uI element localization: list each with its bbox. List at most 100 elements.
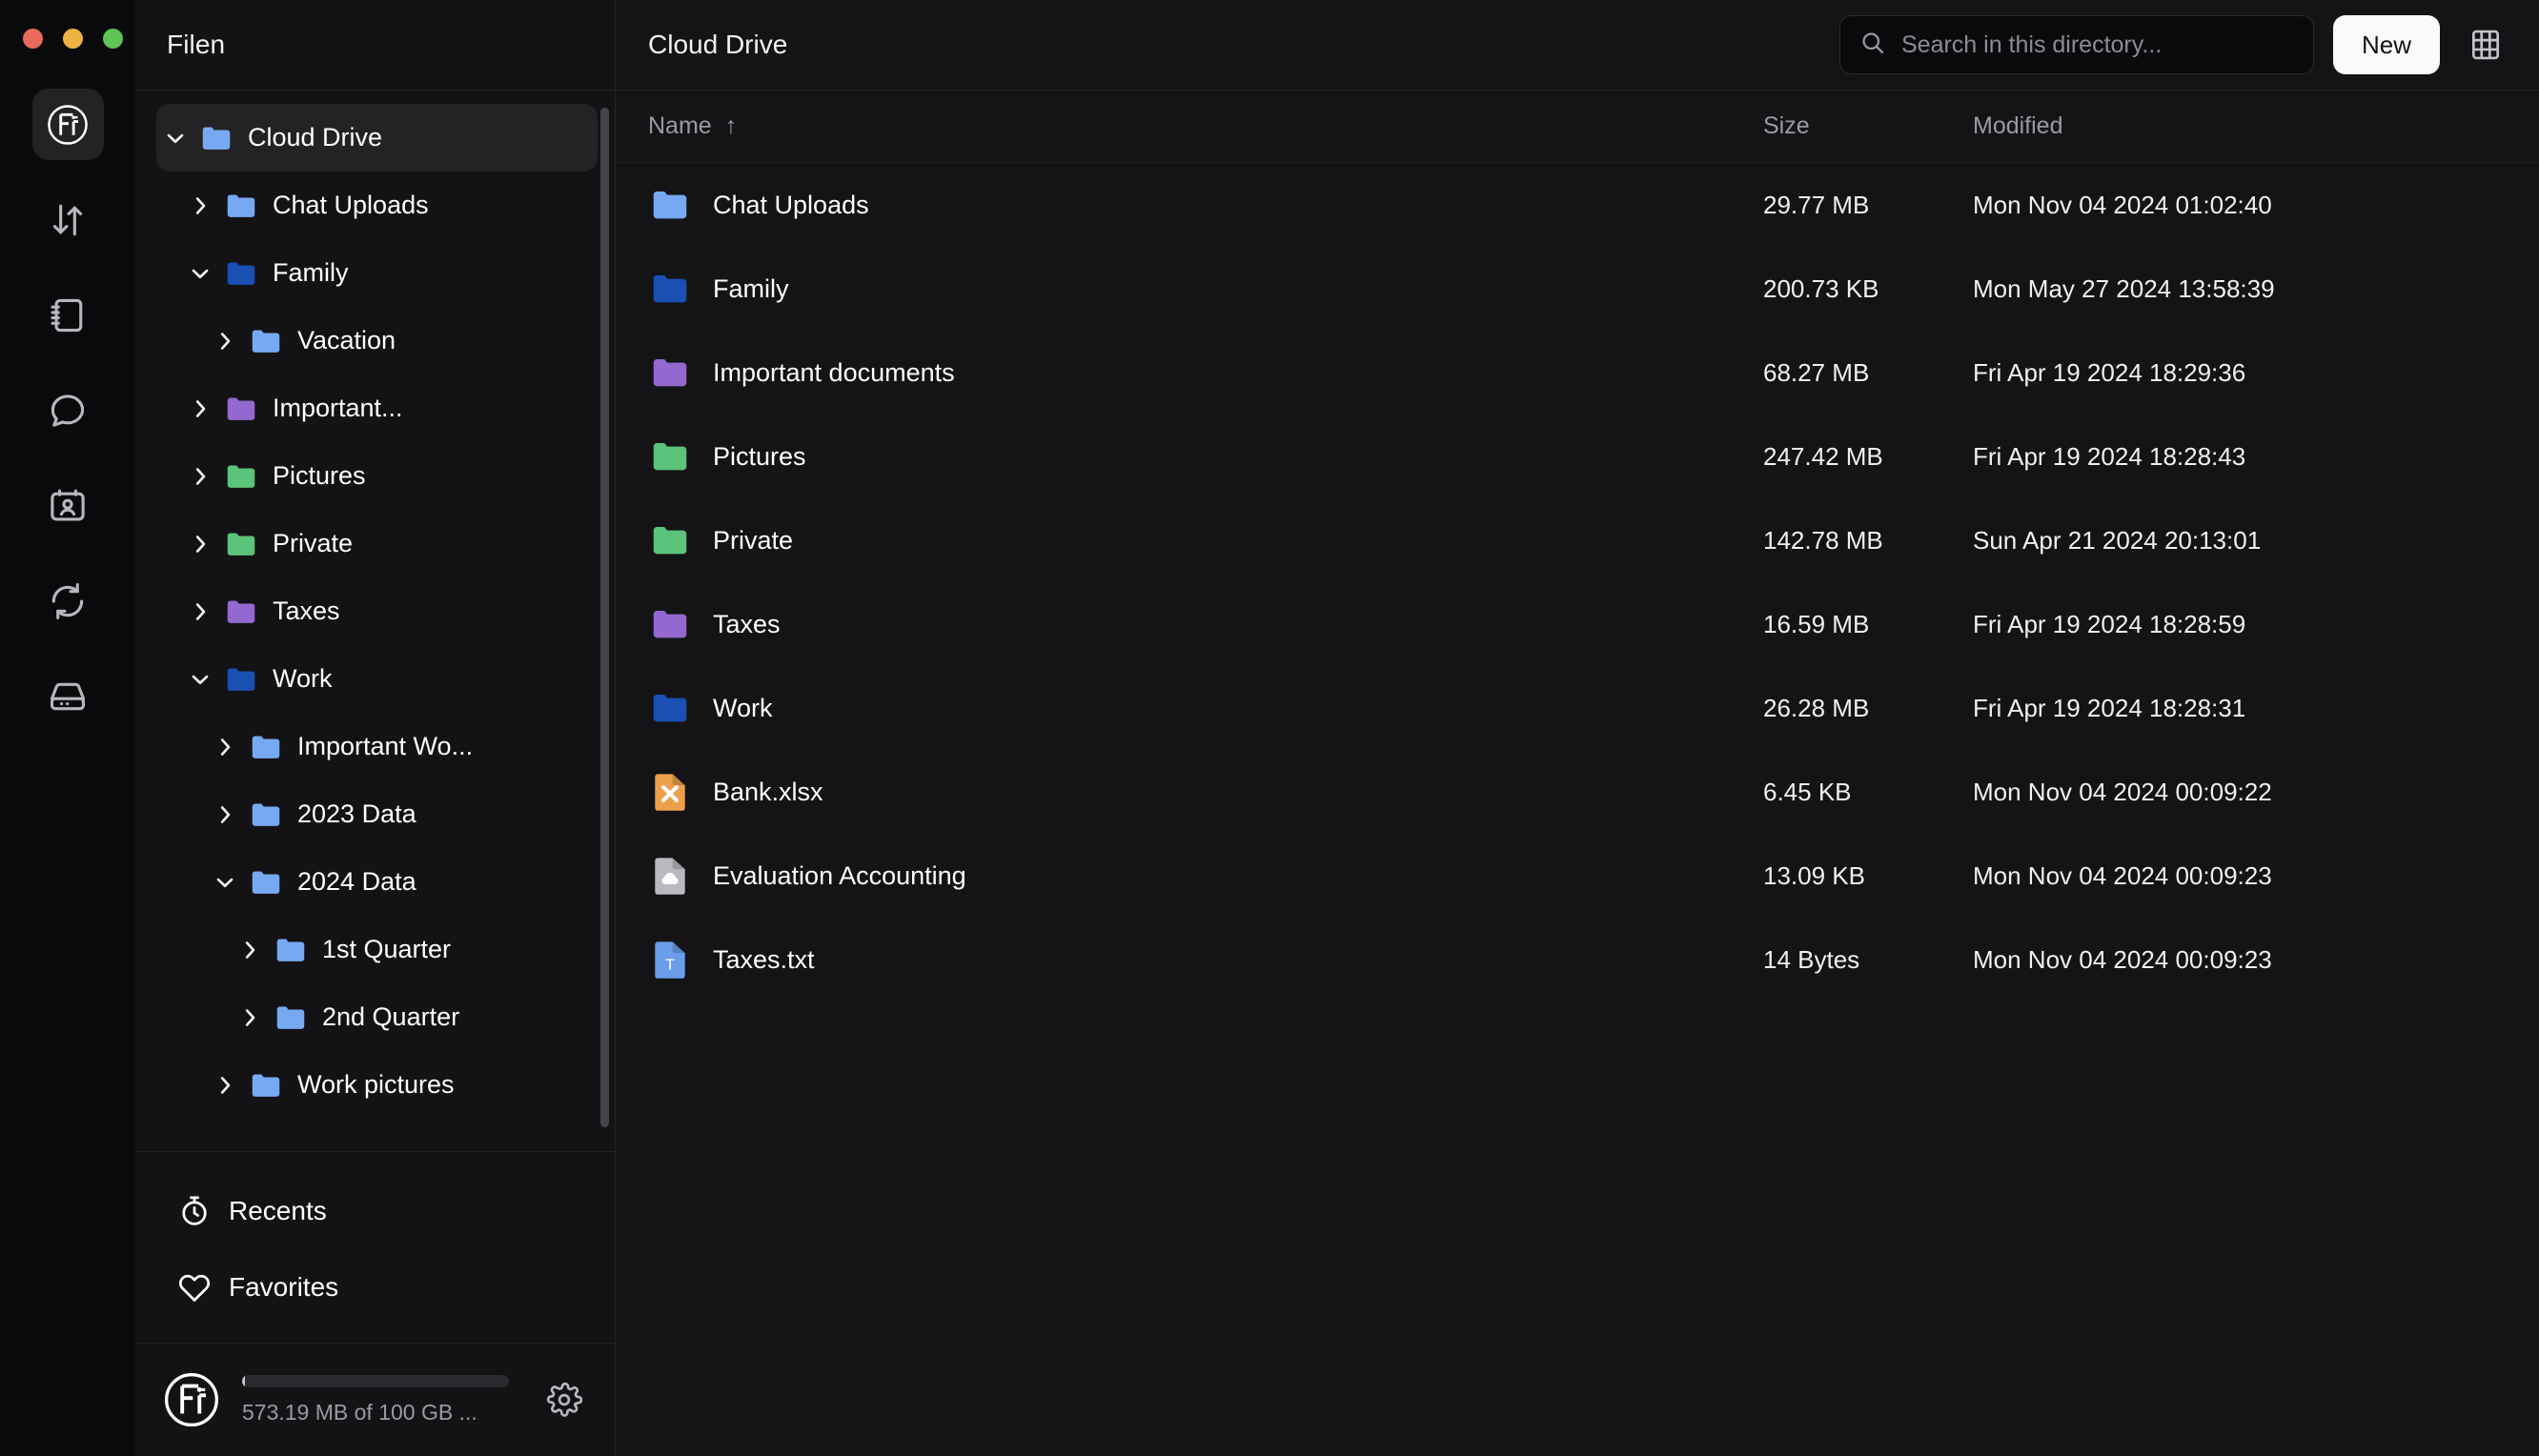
- row-name-label: Work: [713, 694, 773, 723]
- chevron-down-icon[interactable]: [181, 260, 219, 287]
- chevron-right-icon[interactable]: [231, 937, 269, 963]
- sidebar-link-favorites[interactable]: Favorites: [156, 1249, 594, 1325]
- tree-item[interactable]: Private: [156, 510, 598, 577]
- tree-item[interactable]: Work: [156, 645, 598, 713]
- table-row[interactable]: Bank.xlsx6.45 KBMon Nov 04 2024 00:09:22: [616, 750, 2539, 834]
- close-window-button[interactable]: [23, 29, 43, 49]
- tree-item[interactable]: Vacation: [156, 307, 598, 374]
- search-input[interactable]: [1901, 31, 2294, 59]
- tree-item-label: Chat Uploads: [273, 191, 429, 220]
- column-header-modified[interactable]: Modified: [1973, 112, 2507, 140]
- chevron-down-icon[interactable]: [181, 666, 219, 693]
- row-modified-cell: Fri Apr 19 2024 18:28:59: [1973, 610, 2507, 639]
- column-header-name-label: Name: [648, 112, 712, 140]
- tree-item[interactable]: Chat Uploads: [156, 172, 598, 239]
- tree-item[interactable]: Important Wo...: [156, 713, 598, 780]
- row-size-cell: 6.45 KB: [1763, 778, 1973, 807]
- folder-icon: [194, 120, 238, 156]
- rail-item-transfers[interactable]: [32, 184, 104, 255]
- row-name-cell: Pictures: [648, 435, 1763, 478]
- table-row[interactable]: Evaluation Accounting13.09 KBMon Nov 04 …: [616, 834, 2539, 918]
- table-row[interactable]: Private142.78 MBSun Apr 21 2024 20:13:01: [616, 498, 2539, 582]
- table-row[interactable]: Work26.28 MBFri Apr 19 2024 18:28:31: [616, 666, 2539, 750]
- sidebar-scrollbar[interactable]: [600, 108, 609, 1127]
- chevron-right-icon[interactable]: [206, 801, 244, 828]
- tree-item-label: Vacation: [297, 326, 396, 355]
- row-name-cell: Important documents: [648, 351, 1763, 394]
- chevron-right-icon[interactable]: [231, 1004, 269, 1031]
- chevron-right-icon[interactable]: [181, 395, 219, 422]
- row-size-cell: 29.77 MB: [1763, 191, 1973, 220]
- table-row[interactable]: Pictures247.42 MBFri Apr 19 2024 18:28:4…: [616, 415, 2539, 498]
- row-modified-cell: Fri Apr 19 2024 18:29:36: [1973, 358, 2507, 388]
- grid-view-icon[interactable]: [2459, 18, 2512, 71]
- folder-icon: [244, 797, 288, 833]
- rail-nav-list: [32, 89, 104, 732]
- table-row[interactable]: Chat Uploads29.77 MBMon Nov 04 2024 01:0…: [616, 163, 2539, 247]
- tree-item-label: Work: [273, 664, 333, 694]
- tree-item[interactable]: 2023 Data: [156, 780, 598, 848]
- tree-item[interactable]: Cloud Drive: [156, 104, 598, 172]
- column-header-name[interactable]: Name ↑: [648, 112, 1763, 140]
- stopwatch-icon: [177, 1194, 229, 1228]
- rail-item-chat[interactable]: [32, 374, 104, 446]
- rail-item-contacts[interactable]: [32, 470, 104, 541]
- tree-item-label: Work pictures: [297, 1070, 455, 1100]
- tree-item-label: 2nd Quarter: [322, 1002, 459, 1032]
- row-size-cell: 13.09 KB: [1763, 861, 1973, 891]
- tree-item[interactable]: 2nd Quarter: [156, 983, 598, 1051]
- row-name-label: Taxes.txt: [713, 945, 815, 975]
- chevron-right-icon[interactable]: [181, 192, 219, 219]
- table-row[interactable]: Important documents68.27 MBFri Apr 19 20…: [616, 331, 2539, 415]
- gear-icon[interactable]: [540, 1382, 588, 1418]
- hard-drive-icon: [47, 676, 89, 718]
- transfers-arrows-icon: [47, 199, 89, 241]
- column-header-size[interactable]: Size: [1763, 112, 1973, 140]
- tree-item[interactable]: Taxes: [156, 577, 598, 645]
- chevron-right-icon[interactable]: [206, 1072, 244, 1099]
- rail-item-notes[interactable]: [32, 279, 104, 351]
- tree-item-label: Cloud Drive: [248, 123, 382, 152]
- row-modified-cell: Sun Apr 21 2024 20:13:01: [1973, 526, 2507, 556]
- table-row[interactable]: TTaxes.txt14 BytesMon Nov 04 2024 00:09:…: [616, 918, 2539, 1001]
- table-row[interactable]: Taxes16.59 MBFri Apr 19 2024 18:28:59: [616, 582, 2539, 666]
- rail-item-drive[interactable]: [32, 660, 104, 732]
- row-name-cell: Taxes: [648, 602, 1763, 646]
- chevron-down-icon[interactable]: [206, 869, 244, 896]
- chevron-right-icon[interactable]: [181, 463, 219, 490]
- tree-item-label: Taxes: [273, 597, 340, 626]
- tree-item[interactable]: Important...: [156, 374, 598, 442]
- new-button[interactable]: New: [2333, 15, 2440, 74]
- row-size-cell: 200.73 KB: [1763, 274, 1973, 304]
- search-box[interactable]: [1839, 15, 2314, 74]
- chevron-right-icon[interactable]: [206, 328, 244, 354]
- tree-item[interactable]: Pictures: [156, 442, 598, 510]
- folder-icon: [219, 458, 263, 495]
- chevron-right-icon[interactable]: [181, 598, 219, 625]
- tree-item[interactable]: 2024 Data: [156, 848, 598, 916]
- folder-icon: [648, 518, 692, 562]
- storage-meter: 573.19 MB of 100 GB ...: [242, 1375, 519, 1426]
- tree-item-label: Important...: [273, 394, 403, 423]
- app-window: Filen Cloud DriveChat UploadsFamilyVacat…: [0, 0, 2539, 1456]
- folder-icon: [219, 391, 263, 427]
- rail-item-filen-logo[interactable]: [32, 89, 104, 160]
- chevron-right-icon[interactable]: [181, 531, 219, 557]
- tree-item-label: Private: [273, 529, 353, 558]
- rail-item-sync[interactable]: [32, 565, 104, 637]
- tree-item[interactable]: 1st Quarter: [156, 916, 598, 983]
- heart-icon: [177, 1270, 229, 1304]
- maximize-window-button[interactable]: [103, 29, 123, 49]
- chevron-down-icon[interactable]: [156, 125, 194, 152]
- row-size-cell: 14 Bytes: [1763, 945, 1973, 975]
- sidebar-link-recents[interactable]: Recents: [156, 1173, 594, 1249]
- row-modified-cell: Mon May 27 2024 13:58:39: [1973, 274, 2507, 304]
- column-header-row: Name ↑ Size Modified: [616, 91, 2539, 163]
- sidebar: Filen Cloud DriveChat UploadsFamilyVacat…: [135, 0, 616, 1456]
- chevron-right-icon[interactable]: [206, 734, 244, 760]
- minimize-window-button[interactable]: [63, 29, 83, 49]
- table-row[interactable]: Family200.73 KBMon May 27 2024 13:58:39: [616, 247, 2539, 331]
- tree-item[interactable]: Work pictures: [156, 1051, 598, 1119]
- tree-item[interactable]: Family: [156, 239, 598, 307]
- folder-icon: [648, 351, 692, 394]
